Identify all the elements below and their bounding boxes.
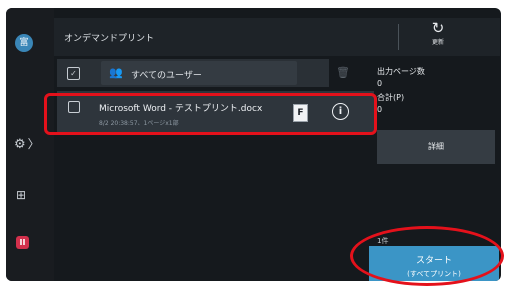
refresh-label: 更新: [431, 39, 444, 46]
users-icon: 👥: [109, 66, 123, 79]
list-header: ✓ 👥 すべてのユーザー: [57, 59, 329, 87]
refresh-icon: ↻: [431, 19, 445, 37]
home-logo-icon[interactable]: 富: [15, 34, 33, 52]
header-divider: [398, 24, 399, 50]
user-filter-button[interactable]: 👥 すべてのユーザー: [101, 61, 297, 85]
sidebar: 富 ⚙ 〉 ⊞ II: [6, 8, 54, 281]
total-value: 0: [377, 105, 383, 114]
select-all-checkbox[interactable]: ✓: [67, 67, 80, 80]
chevron-right-icon: 〉: [27, 137, 40, 151]
page-title: オンデマンドプリント: [64, 34, 155, 44]
user-filter-label: すべてのユーザー: [131, 71, 202, 81]
header-bar: オンデマンドプリント ↻ 更新: [54, 18, 500, 56]
trash-icon[interactable]: 🗑: [336, 66, 350, 79]
total-label: 合計(P): [377, 93, 405, 102]
output-pages-value: 0: [377, 79, 383, 88]
refresh-button[interactable]: ↻ 更新: [414, 19, 462, 47]
output-pages-label: 出力ページ数: [377, 67, 425, 76]
highlight-ellipse: [350, 226, 504, 286]
settings-gear-icon[interactable]: ⚙ 〉: [14, 135, 40, 152]
pause-icon[interactable]: II: [16, 236, 29, 249]
apps-grid-icon[interactable]: ⊞: [16, 188, 26, 202]
highlight-rectangle: [44, 93, 377, 135]
detail-button[interactable]: 詳細: [377, 130, 495, 164]
